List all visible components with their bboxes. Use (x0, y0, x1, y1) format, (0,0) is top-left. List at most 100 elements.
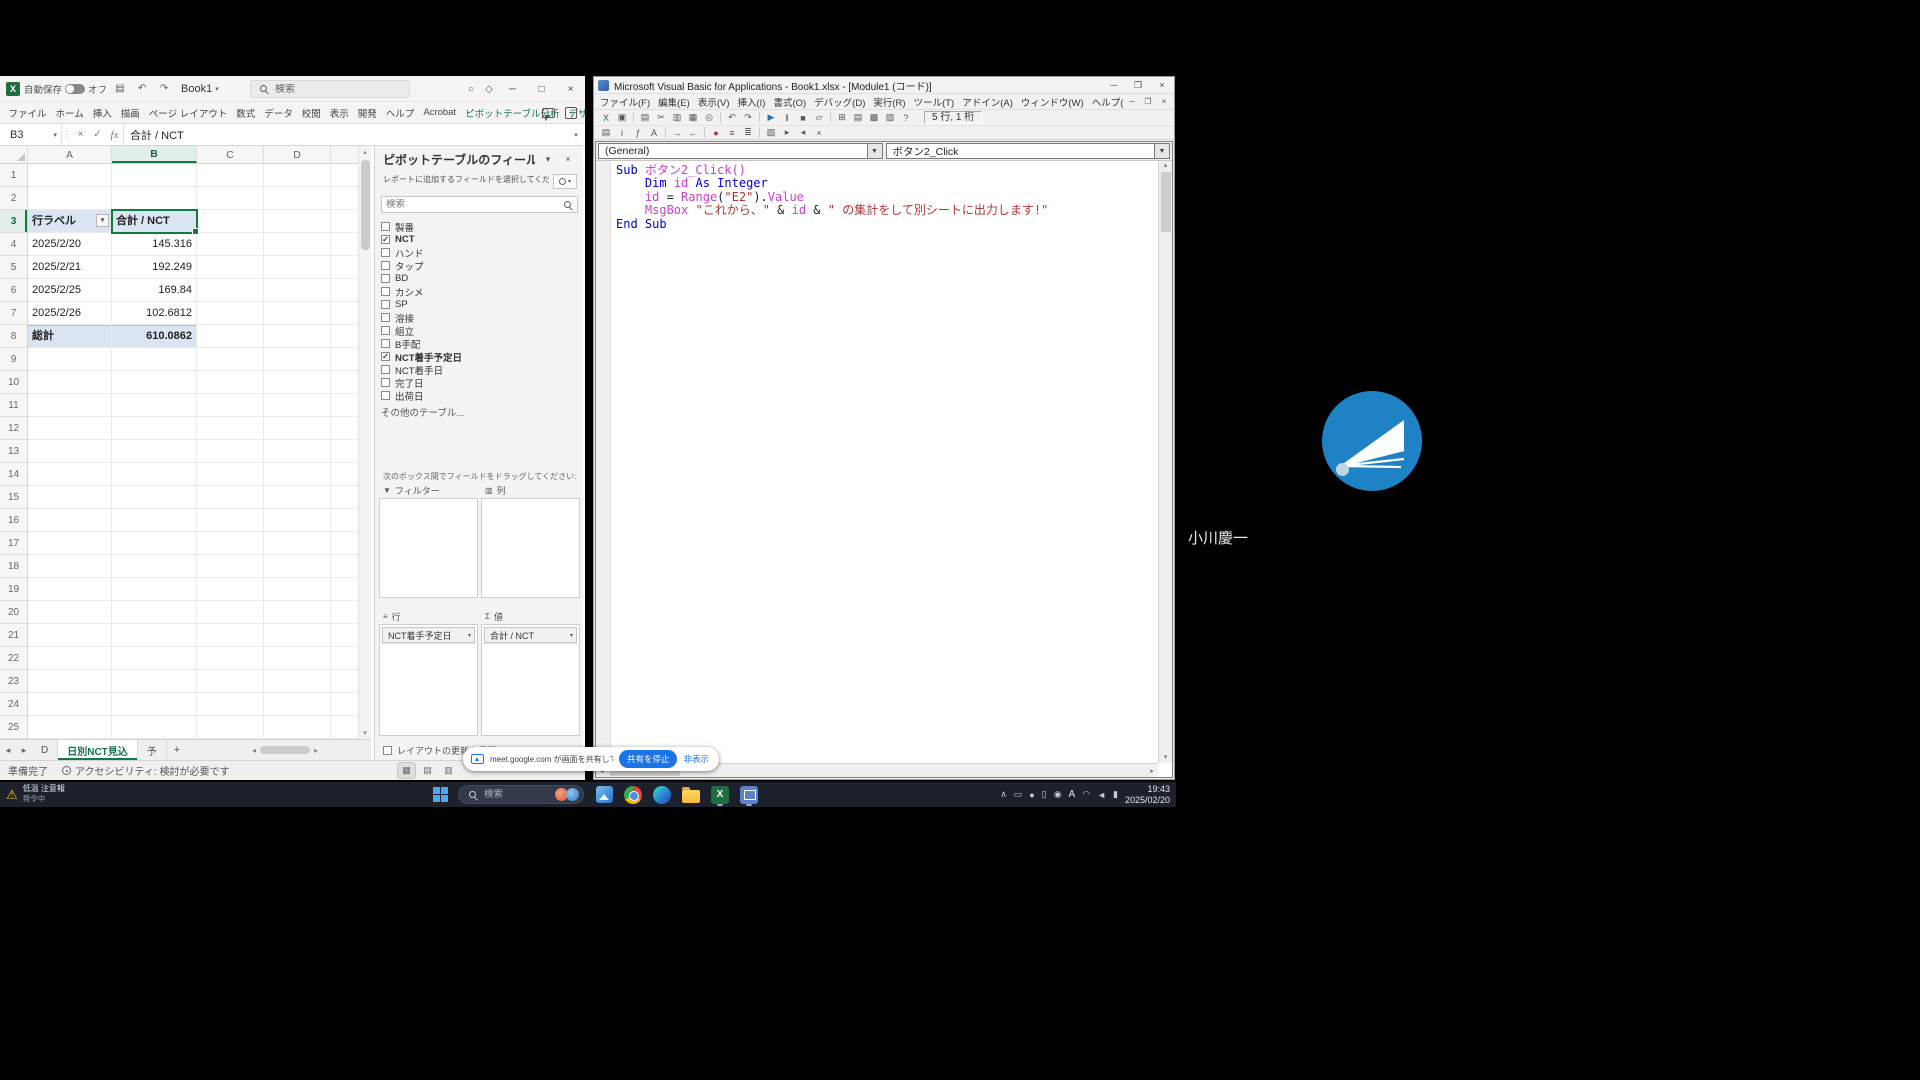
photos-app-icon[interactable] (592, 783, 616, 806)
checkbox-icon[interactable] (381, 365, 390, 374)
cell-B10[interactable] (112, 371, 197, 394)
close-button[interactable]: × (556, 76, 585, 102)
mic-icon[interactable]: ▯ (1042, 789, 1047, 800)
cell-D22[interactable] (264, 647, 331, 670)
cell-C19[interactable] (197, 578, 264, 601)
toolbox-icon[interactable]: ▨ (882, 111, 898, 125)
cell-B7[interactable]: 102.6812 (112, 302, 197, 325)
vba-minimize-button[interactable]: ─ (1102, 77, 1126, 94)
row-header-15[interactable]: 15 (0, 486, 27, 509)
cell-B14[interactable] (112, 463, 197, 486)
cell-A6[interactable]: 2025/2/25 (28, 279, 112, 302)
column-header-C[interactable]: C (197, 146, 264, 163)
cell-A11[interactable] (28, 394, 112, 417)
checkbox-icon[interactable] (381, 339, 390, 348)
cut-icon[interactable]: ✂ (653, 111, 669, 125)
cell-A21[interactable] (28, 624, 112, 647)
scroll-thumb[interactable] (260, 746, 310, 754)
field-item-B手配[interactable]: B手配 (381, 337, 578, 350)
vba-menu-10[interactable]: ウィンドウ(W) (1017, 95, 1088, 109)
scroll-up-icon[interactable]: ▴ (1164, 161, 1168, 171)
redo-icon[interactable]: ↷ (740, 111, 756, 125)
row-header-8[interactable]: 8 (0, 325, 27, 348)
outdent-icon[interactable]: ← (685, 126, 701, 140)
field-item-出荷日[interactable]: 出荷日 (381, 389, 578, 402)
scroll-right-icon[interactable]: ▸ (1146, 767, 1158, 775)
rows-area-field[interactable]: NCT着手予定日▾ (382, 627, 475, 643)
undo-icon[interactable]: ↶ (133, 79, 151, 99)
cell-C15[interactable] (197, 486, 264, 509)
field-item-NCT着手予定日[interactable]: ✓NCT着手予定日 (381, 350, 578, 363)
cell-C6[interactable] (197, 279, 264, 302)
cell-A16[interactable] (28, 509, 112, 532)
help-icon[interactable]: ? (898, 111, 914, 125)
cell-B21[interactable] (112, 624, 197, 647)
code-line-5[interactable]: End Sub (616, 218, 1156, 231)
cell-C20[interactable] (197, 601, 264, 624)
cell-A19[interactable] (28, 578, 112, 601)
cell-C9[interactable] (197, 348, 264, 371)
cell-C8[interactable] (197, 325, 264, 348)
cell-A3[interactable]: 行ラベル▾ (28, 210, 112, 233)
values-area-field[interactable]: 合計 / NCT▾ (484, 627, 577, 643)
cell-C17[interactable] (197, 532, 264, 555)
sheet-tab-日別NCT見込[interactable]: 日別NCT見込 (58, 740, 138, 760)
cell-B20[interactable] (112, 601, 197, 624)
row-header-4[interactable]: 4 (0, 233, 27, 256)
cell-B9[interactable] (112, 348, 197, 371)
hide-link[interactable]: 非表示 (683, 753, 711, 765)
cell-D25[interactable] (264, 716, 331, 739)
column-header-A[interactable]: A (28, 146, 112, 163)
code-line-4[interactable]: MsgBox "これから、" & id & " の集計をして別シートに出力します… (616, 204, 1156, 217)
new-sheet-button[interactable]: + (167, 744, 187, 756)
cell-A20[interactable] (28, 601, 112, 624)
cell-A1[interactable] (28, 164, 112, 187)
ribbon-tab-2[interactable]: ホーム (51, 106, 88, 120)
object-dropdown[interactable]: (General)▼ (598, 143, 883, 159)
field-item-製番[interactable]: 製番 (381, 220, 578, 233)
ribbon-tab-1[interactable]: ファイル (4, 106, 51, 120)
excel-app-icon[interactable] (708, 783, 732, 806)
share-icon[interactable]: ↑ (565, 107, 577, 119)
cell-C3[interactable] (197, 210, 264, 233)
cell-C14[interactable] (197, 463, 264, 486)
vba-menu-5[interactable]: 書式(O) (769, 95, 810, 109)
cell-B4[interactable]: 145.316 (112, 233, 197, 256)
vba-menu-11[interactable]: ヘルプ(H) (1088, 95, 1124, 109)
checkbox-icon[interactable] (381, 300, 390, 309)
design-mode-icon[interactable]: ▱ (811, 111, 827, 125)
module-minimize-icon[interactable]: ─ (1124, 97, 1140, 106)
cell-A5[interactable]: 2025/2/21 (28, 256, 112, 279)
cell-D9[interactable] (264, 348, 331, 371)
cell-B16[interactable] (112, 509, 197, 532)
vba-menu-2[interactable]: 編集(E) (654, 95, 694, 109)
stop-sharing-button[interactable]: 共有を停止 (619, 750, 678, 768)
cell-C18[interactable] (197, 555, 264, 578)
row-header-16[interactable]: 16 (0, 509, 27, 532)
cell-C7[interactable] (197, 302, 264, 325)
field-item-NCT[interactable]: ✓NCT (381, 233, 578, 246)
presence-icon[interactable]: ○ (462, 79, 480, 99)
camera-icon[interactable]: ◉ (1054, 789, 1062, 800)
checkbox-icon[interactable] (381, 222, 390, 231)
code-line-1[interactable]: Sub ボタン2_Click() (616, 164, 1156, 177)
object-browser-icon[interactable]: ▩ (866, 111, 882, 125)
cell-C21[interactable] (197, 624, 264, 647)
view-page-break-icon[interactable]: ▥ (440, 763, 457, 778)
enter-icon[interactable]: ✓ (89, 129, 106, 140)
indent-icon[interactable]: → (669, 126, 685, 140)
ribbon-tab-3[interactable]: 挿入 (88, 106, 116, 120)
checkbox-icon[interactable] (381, 378, 390, 387)
cell-D21[interactable] (264, 624, 331, 647)
project-explorer-icon[interactable]: ⊞ (834, 111, 850, 125)
filters-drop-area[interactable] (379, 498, 478, 598)
toggle-breakpoint-icon[interactable]: ● (708, 126, 724, 140)
cell-A14[interactable] (28, 463, 112, 486)
sheet-tab-予[interactable]: 予 (138, 740, 167, 760)
cell-D4[interactable] (264, 233, 331, 256)
row-header-21[interactable]: 21 (0, 624, 27, 647)
list-properties-icon[interactable]: ▤ (598, 126, 614, 140)
field-item-溶接[interactable]: 溶接 (381, 311, 578, 324)
cell-C11[interactable] (197, 394, 264, 417)
chevron-down-icon[interactable]: ▾ (541, 154, 555, 165)
